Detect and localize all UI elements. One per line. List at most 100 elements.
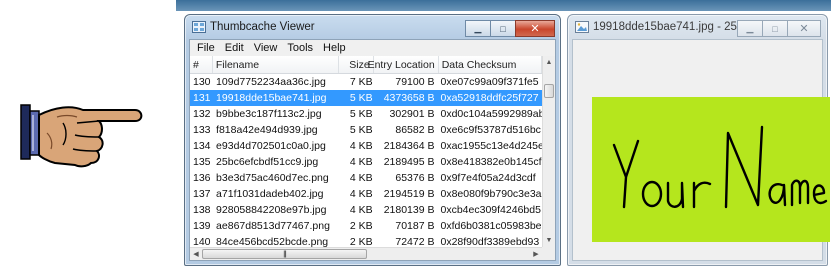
image-window-title-bar[interactable]: 19918dde15bae741.jpg - 256x158 ▁ □ ✕ bbox=[568, 15, 827, 39]
row-filename: f818a42e494d939.jpg bbox=[216, 124, 318, 136]
row-size: 5 KB bbox=[349, 124, 373, 136]
vertical-scrollbar[interactable]: ▲ ▼ bbox=[542, 56, 555, 247]
row-entry-location: 2194519 B bbox=[383, 188, 435, 200]
table-row[interactable]: 137 a71f1031dadeb402.jpg 4 KB 2194519 B 0x8e… bbox=[190, 186, 542, 202]
window-title: Thumbcache Viewer bbox=[210, 21, 315, 33]
handwritten-your-name bbox=[612, 125, 828, 209]
minimize-button[interactable]: ▁ bbox=[465, 20, 491, 37]
close-button[interactable]: ✕ bbox=[515, 20, 555, 37]
row-number: 132 bbox=[193, 108, 211, 120]
close-icon: ✕ bbox=[530, 23, 540, 35]
desktop-background bbox=[176, 0, 831, 11]
row-entry-location: 2189495 B bbox=[383, 156, 435, 168]
table-body: 130 109d7752234aa36c.jpg 7 KB 79100 B 0xe07c… bbox=[190, 74, 542, 247]
vertical-scroll-thumb[interactable] bbox=[544, 84, 554, 98]
row-entry-location: 72472 B bbox=[395, 236, 435, 247]
image-icon bbox=[575, 21, 589, 33]
column-header-filename[interactable]: Filename bbox=[213, 56, 339, 73]
caption-buttons: ▁ □ ✕ bbox=[465, 20, 555, 37]
row-size: 5 KB bbox=[349, 108, 373, 120]
maximize-icon: □ bbox=[772, 23, 778, 34]
row-data-checksum: 0xa52918ddfc25f727 bbox=[440, 92, 539, 104]
file-list-table[interactable]: # Filename Size Entry Location Data Chec… bbox=[190, 56, 542, 247]
row-size: 5 KB bbox=[349, 92, 373, 104]
row-entry-location: 302901 B bbox=[389, 108, 435, 120]
column-header-entry-location[interactable]: Entry Location bbox=[368, 56, 439, 73]
row-filename: ae867d8513d77467.png bbox=[216, 220, 330, 232]
image-close-button[interactable]: ✕ bbox=[787, 20, 821, 37]
row-filename: 928058842208e97b.jpg bbox=[216, 204, 327, 216]
maximize-button[interactable]: □ bbox=[490, 20, 516, 37]
screenshot-stage: Thumbcache Viewer ▁ □ ✕ File Edit View T… bbox=[0, 0, 831, 280]
column-header-data-checksum[interactable]: Data Checksum bbox=[439, 56, 542, 73]
row-data-checksum: 0xe6c9f53787d516bc bbox=[440, 124, 541, 136]
row-entry-location: 70187 B bbox=[395, 220, 435, 232]
menu-view[interactable]: View bbox=[249, 42, 283, 54]
row-filename: b9bbe3c187f113c2.jpg bbox=[216, 108, 322, 120]
row-entry-location: 79100 B bbox=[395, 76, 435, 88]
image-viewer-window[interactable]: 19918dde15bae741.jpg - 256x158 ▁ □ ✕ bbox=[567, 14, 830, 266]
row-data-checksum: 0xcb4ec309f4246bd5 bbox=[440, 204, 541, 216]
row-entry-location: 2184364 B bbox=[383, 140, 435, 152]
row-number: 140 bbox=[193, 236, 211, 247]
image-maximize-button[interactable]: □ bbox=[762, 20, 788, 37]
image-minimize-button[interactable]: ▁ bbox=[737, 20, 763, 37]
scroll-down-arrow-icon[interactable]: ▼ bbox=[543, 234, 555, 247]
table-row[interactable]: 134 e93d4d702501c0a0.jpg 4 KB 2184364 B 0xac… bbox=[190, 138, 542, 154]
row-size: 4 KB bbox=[349, 172, 373, 184]
row-entry-location: 2180139 B bbox=[383, 204, 435, 216]
table-row[interactable]: 140 84ce456bcd52bcde.png 2 KB 72472 B 0x28f9… bbox=[190, 234, 542, 247]
table-row[interactable]: 131 19918dde15bae741.jpg 5 KB 4373658 B 0xa5… bbox=[190, 90, 542, 106]
menu-tools[interactable]: Tools bbox=[282, 42, 318, 54]
table-row[interactable]: 136 b3e3d75ac460d7ec.png 4 KB 65376 B 0x9f7e… bbox=[190, 170, 542, 186]
horizontal-scrollbar[interactable]: ◀ ||| ▶ bbox=[190, 247, 542, 260]
thumbcache-viewer-window[interactable]: Thumbcache Viewer ▁ □ ✕ File Edit View T… bbox=[184, 14, 561, 266]
scroll-up-arrow-icon[interactable]: ▲ bbox=[543, 56, 555, 69]
row-data-checksum: 0xe07c99a09f371fe5 bbox=[440, 76, 539, 88]
menu-bar: File Edit View Tools Help bbox=[190, 40, 555, 56]
row-data-checksum: 0xac1955c13e4d245e bbox=[440, 140, 543, 152]
row-size: 4 KB bbox=[349, 156, 373, 168]
table-row[interactable]: 132 b9bbe3c187f113c2.jpg 5 KB 302901 B 0xd0c… bbox=[190, 106, 542, 122]
scroll-left-arrow-icon[interactable]: ◀ bbox=[190, 248, 202, 260]
table-row[interactable]: 138 928058842208e97b.jpg 4 KB 2180139 B 0xcb… bbox=[190, 202, 542, 218]
row-size: 2 KB bbox=[349, 236, 373, 247]
table-row[interactable]: 130 109d7752234aa36c.jpg 7 KB 79100 B 0xe07c… bbox=[190, 74, 542, 90]
scroll-right-arrow-icon[interactable]: ▶ bbox=[530, 248, 542, 260]
row-data-checksum: 0x28f90df3389ebd93 bbox=[440, 236, 540, 247]
row-size: 7 KB bbox=[349, 76, 373, 88]
row-number: 136 bbox=[193, 172, 211, 184]
menu-help[interactable]: Help bbox=[318, 42, 351, 54]
table-row[interactable]: 139 ae867d8513d77467.png 2 KB 70187 B 0xfd6b… bbox=[190, 218, 542, 234]
row-size: 4 KB bbox=[349, 204, 373, 216]
row-data-checksum: 0x8e080f9b790c3e3a bbox=[440, 188, 542, 200]
column-header-number[interactable]: # bbox=[190, 56, 213, 73]
row-filename: 19918dde15bae741.jpg bbox=[216, 92, 327, 104]
horizontal-scroll-thumb[interactable]: ||| bbox=[202, 249, 367, 259]
row-entry-location: 4373658 B bbox=[383, 92, 435, 104]
row-data-checksum: 0xfd6b0381c05983be bbox=[440, 220, 542, 232]
row-number: 135 bbox=[193, 156, 211, 168]
row-filename: a71f1031dadeb402.jpg bbox=[216, 188, 324, 200]
row-size: 4 KB bbox=[349, 140, 373, 152]
row-entry-location: 65376 B bbox=[395, 172, 435, 184]
table-header: # Filename Size Entry Location Data Chec… bbox=[190, 56, 542, 74]
table-row[interactable]: 135 25bc6efcbdf51cc9.jpg 4 KB 2189495 B 0x8e… bbox=[190, 154, 542, 170]
row-number: 139 bbox=[193, 220, 211, 232]
scrollbar-corner bbox=[542, 247, 555, 260]
row-filename: 84ce456bcd52bcde.png bbox=[216, 236, 329, 247]
close-icon: ✕ bbox=[799, 23, 809, 35]
minimize-icon: ▁ bbox=[746, 23, 754, 33]
row-filename: 25bc6efcbdf51cc9.jpg bbox=[216, 156, 319, 168]
row-filename: e93d4d702501c0a0.jpg bbox=[216, 140, 326, 152]
title-bar[interactable]: Thumbcache Viewer ▁ □ ✕ bbox=[185, 15, 560, 39]
thumbcache-app-icon bbox=[192, 21, 206, 33]
row-number: 137 bbox=[193, 188, 211, 200]
table-row[interactable]: 133 f818a42e494d939.jpg 5 KB 86582 B 0xe6c9f… bbox=[190, 122, 542, 138]
image-caption-buttons: ▁ □ ✕ bbox=[737, 20, 821, 37]
row-number: 134 bbox=[193, 140, 211, 152]
menu-file[interactable]: File bbox=[192, 42, 220, 54]
menu-edit[interactable]: Edit bbox=[220, 42, 249, 54]
row-number: 138 bbox=[193, 204, 211, 216]
row-number: 131 bbox=[193, 92, 211, 104]
